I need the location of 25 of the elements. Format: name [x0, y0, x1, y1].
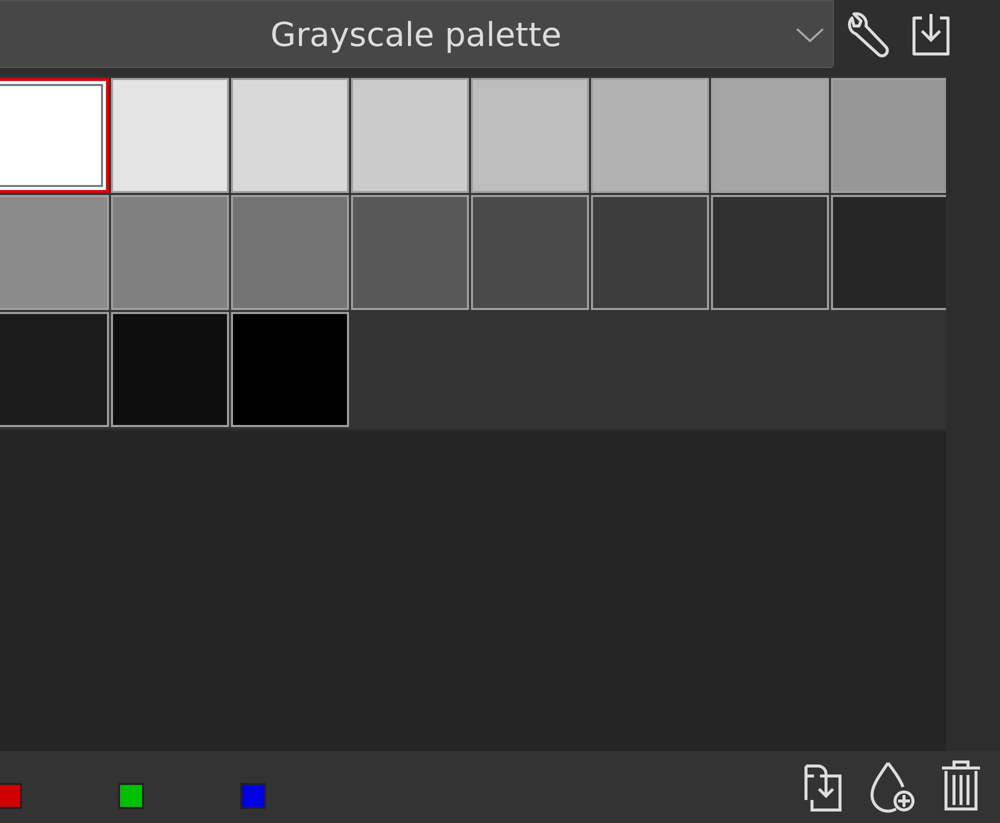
color-swatch[interactable]: [111, 312, 229, 427]
color-swatch[interactable]: [831, 78, 949, 193]
color-swatch[interactable]: [0, 195, 109, 310]
palette-dropdown[interactable]: Grayscale palette: [0, 0, 834, 68]
color-swatch[interactable]: [0, 78, 109, 193]
color-swatch[interactable]: [591, 78, 709, 193]
color-swatch[interactable]: [231, 78, 349, 193]
color-swatch[interactable]: [591, 195, 709, 310]
color-chip[interactable]: [0, 783, 22, 809]
color-chip[interactable]: [240, 783, 266, 809]
color-swatch[interactable]: [711, 195, 829, 310]
color-swatch[interactable]: [831, 195, 949, 310]
color-chip[interactable]: [118, 783, 144, 809]
color-swatch[interactable]: [351, 78, 469, 193]
droplet-plus-icon[interactable]: [868, 759, 916, 815]
color-swatch[interactable]: [471, 195, 589, 310]
color-swatch[interactable]: [231, 312, 349, 427]
color-swatch[interactable]: [0, 312, 109, 427]
color-swatch[interactable]: [351, 195, 469, 310]
color-swatch[interactable]: [471, 78, 589, 193]
color-swatch[interactable]: [111, 195, 229, 310]
color-swatch[interactable]: [711, 78, 829, 193]
chevron-down-icon: [795, 27, 825, 43]
color-swatch[interactable]: [231, 195, 349, 310]
color-swatch[interactable]: [111, 78, 229, 193]
